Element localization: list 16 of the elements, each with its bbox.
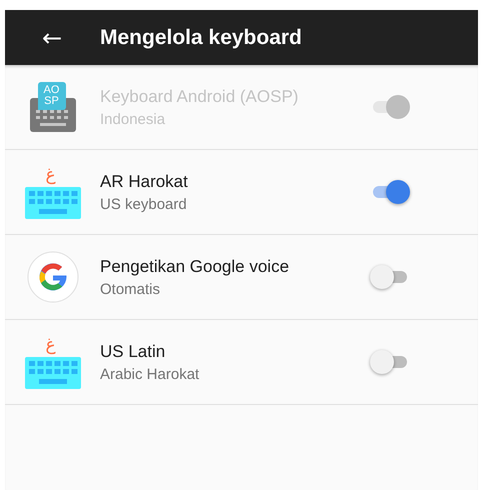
- keyboard-name: AR Harokat: [100, 172, 189, 192]
- google-g-icon: [26, 251, 78, 303]
- arabic-letter: غ: [46, 335, 56, 355]
- keyboard-subtitle: Arabic Harokat: [100, 366, 200, 382]
- back-button[interactable]: ←: [37, 24, 67, 52]
- keyboard-name: Pengetikan Google voice: [100, 256, 290, 276]
- keyboard-subtitle: Otomatis: [100, 280, 162, 298]
- badge-text: AO: [44, 85, 60, 96]
- screen-title: Mengelola keyboard: [100, 26, 302, 50]
- keyboard-subtitle: US keyboard: [100, 196, 188, 212]
- keyboard-drawing: [24, 357, 80, 389]
- badge-text: SP: [44, 96, 59, 107]
- arabic-letter: غ: [46, 165, 56, 185]
- keyboard-name: US Latin: [100, 342, 166, 362]
- keyboard-row[interactable]: Pengetikan Google voice Otomatis: [5, 235, 478, 320]
- keyboard-drawing: [24, 187, 80, 219]
